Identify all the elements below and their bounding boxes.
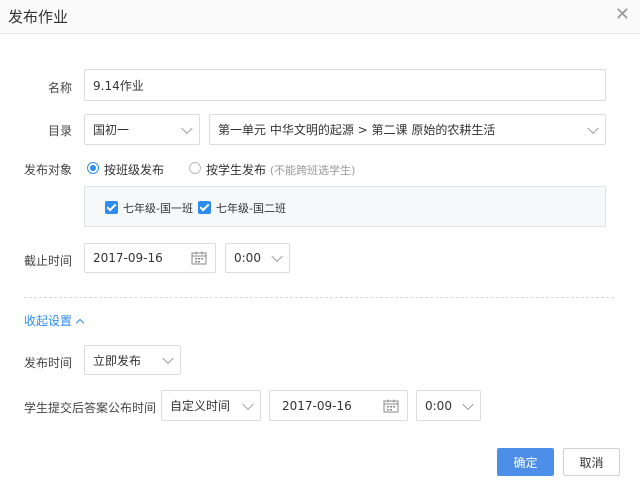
- answer-time-select[interactable]: 0:00: [416, 390, 481, 421]
- deadline-time-select[interactable]: 0:00: [225, 243, 290, 273]
- radio-by-class-label: 按班级发布: [104, 163, 165, 177]
- deadline-label: 截止时间: [24, 254, 73, 268]
- radio-by-student[interactable]: [189, 162, 201, 174]
- dialog-title: 发布作业: [8, 8, 69, 26]
- answer-date-value: 2017-09-16: [282, 398, 352, 413]
- deadline-date-input[interactable]: 2017-09-16: [84, 243, 216, 273]
- catalog-lesson-value: 第一单元 中华文明的起源 > 第二课 原始的农耕生活: [218, 123, 496, 137]
- confirm-button[interactable]: 确定: [497, 448, 554, 476]
- calendar-icon[interactable]: [383, 399, 399, 413]
- catalog-grade-value: 国初一: [93, 123, 130, 137]
- radio-by-class[interactable]: [87, 162, 99, 174]
- catalog-label: 目录: [48, 124, 73, 138]
- answer-mode-select[interactable]: 自定义时间: [161, 390, 261, 421]
- class-checkbox-2-label: 七年级-国二班: [216, 202, 286, 215]
- radio-by-student-label: 按学生发布 (不能跨班选学生): [206, 161, 355, 178]
- class-checkbox-1[interactable]: [105, 201, 118, 214]
- deadline-date-value: 2017-09-16: [93, 251, 163, 265]
- chevron-up-icon: [75, 318, 85, 328]
- chevron-down-icon: [587, 122, 599, 134]
- dialog-header: 发布作业 ✕: [0, 0, 640, 34]
- collapse-settings-label: 收起设置: [24, 314, 73, 328]
- answer-time-value: 0:00: [425, 398, 452, 413]
- section-divider: [24, 297, 614, 298]
- class-checkbox-1-label: 七年级-国一班: [123, 202, 193, 215]
- chevron-down-icon: [462, 398, 474, 410]
- close-icon[interactable]: ✕: [615, 5, 630, 25]
- answer-mode-value: 自定义时间: [170, 399, 231, 413]
- collapse-settings-link[interactable]: 收起设置: [24, 312, 85, 329]
- answer-date-input[interactable]: 2017-09-16: [269, 390, 408, 421]
- publish-time-value: 立即发布: [93, 353, 142, 368]
- chevron-down-icon: [242, 398, 254, 410]
- name-input[interactable]: 9.14作业: [84, 69, 606, 101]
- publish-time-label: 发布时间: [24, 356, 73, 370]
- target-label: 发布对象: [24, 163, 73, 177]
- name-label: 名称: [48, 81, 73, 95]
- chevron-down-icon: [271, 250, 283, 263]
- publish-homework-dialog: 发布作业 ✕ 名称 9.14作业 目录 国初一 第一单元 中华文明的起源 > 第…: [0, 0, 640, 480]
- chevron-down-icon: [162, 352, 174, 365]
- catalog-grade-select[interactable]: 国初一: [84, 114, 200, 145]
- calendar-icon[interactable]: [191, 251, 207, 265]
- radio-by-student-text: 按学生发布: [206, 163, 267, 177]
- answer-time-label: 学生提交后答案公布时间: [24, 401, 157, 415]
- chevron-down-icon: [181, 122, 193, 134]
- deadline-time-value: 0:00: [234, 251, 261, 265]
- name-input-value: 9.14作业: [93, 78, 144, 93]
- radio-by-student-hint: (不能跨班选学生): [269, 164, 356, 177]
- cancel-button[interactable]: 取消: [563, 448, 620, 476]
- class-checkbox-2[interactable]: [198, 201, 211, 214]
- class-checkbox-panel: 七年级-国一班 七年级-国二班: [84, 186, 606, 227]
- catalog-lesson-select[interactable]: 第一单元 中华文明的起源 > 第二课 原始的农耕生活: [209, 114, 606, 145]
- publish-time-select[interactable]: 立即发布: [84, 345, 181, 375]
